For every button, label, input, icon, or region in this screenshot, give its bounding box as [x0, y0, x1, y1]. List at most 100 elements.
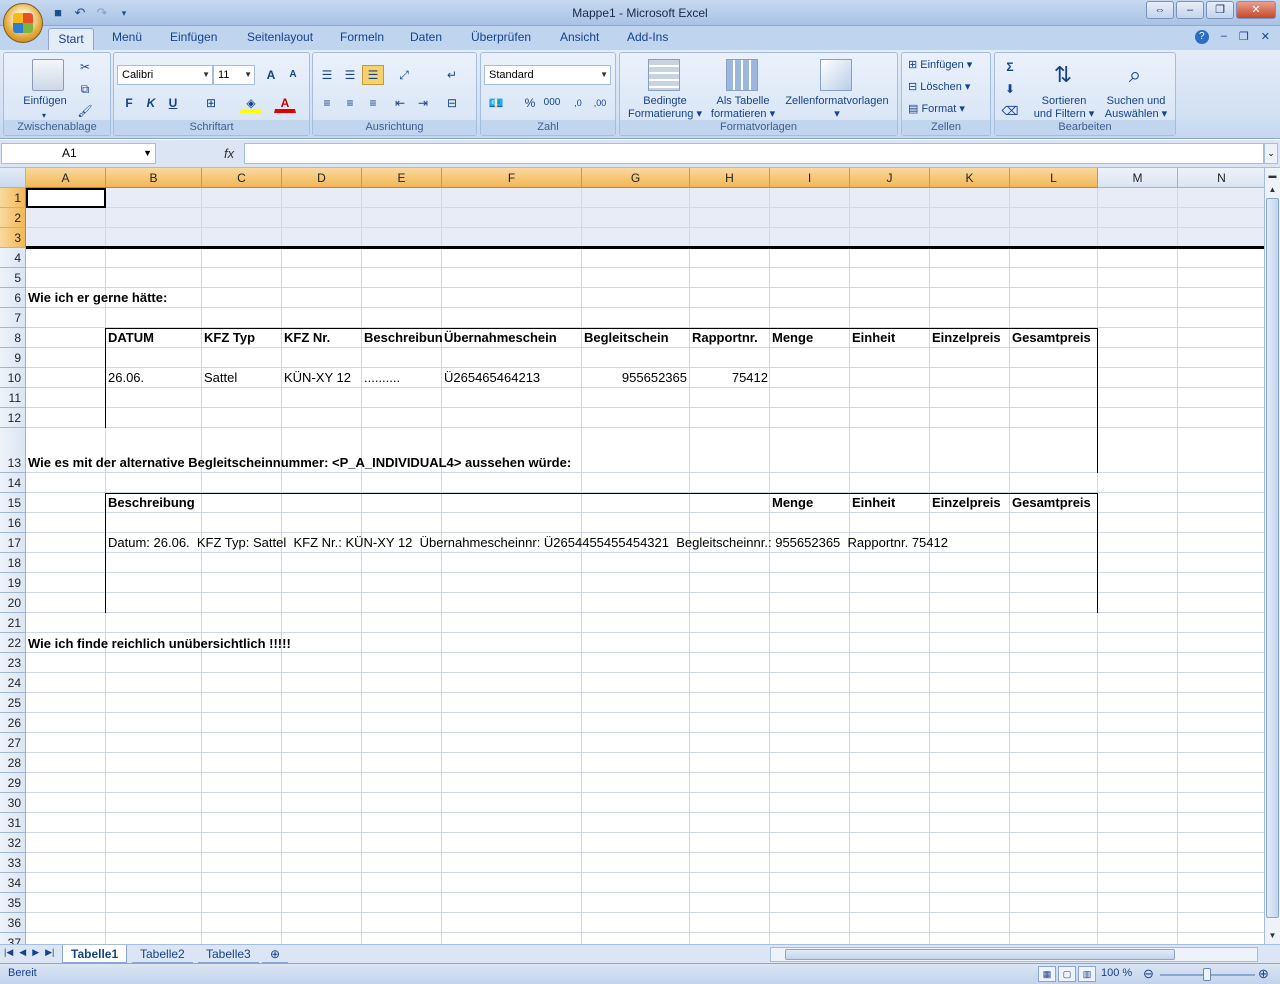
- align-top-icon[interactable]: ☰: [316, 65, 338, 85]
- tab-view[interactable]: Ansicht: [560, 30, 599, 44]
- insert-cells-button[interactable]: ⊞ Einfügen ▾: [908, 59, 972, 72]
- row-header-11[interactable]: 11: [0, 388, 26, 408]
- zoom-level[interactable]: 100 %: [1101, 967, 1132, 979]
- workbook-minimize-icon[interactable]: –: [1221, 30, 1227, 44]
- row-header-35[interactable]: 35: [0, 893, 26, 913]
- name-box[interactable]: A1 ▼: [1, 143, 156, 164]
- column-header-j[interactable]: J: [850, 168, 930, 188]
- fill-color-icon[interactable]: ◈: [240, 93, 262, 113]
- maximize-button[interactable]: ❐: [1206, 1, 1234, 19]
- align-right-icon[interactable]: ≡: [362, 93, 384, 113]
- row-header-4[interactable]: 4: [0, 248, 26, 268]
- increase-indent-icon[interactable]: ⇥: [412, 93, 434, 113]
- close-button[interactable]: ✕: [1236, 1, 1276, 19]
- split-handle-icon[interactable]: ▬: [1265, 168, 1280, 183]
- sheet-tab-tabelle2[interactable]: Tabelle2: [132, 945, 193, 963]
- row-header-10[interactable]: 10: [0, 368, 26, 388]
- tab-formulas[interactable]: Formeln: [340, 30, 384, 44]
- column-header-c[interactable]: C: [202, 168, 282, 188]
- tab-page-layout[interactable]: Seitenlayout: [247, 30, 313, 44]
- row-header-29[interactable]: 29: [0, 773, 26, 793]
- row-header-19[interactable]: 19: [0, 573, 26, 593]
- horizontal-scroll-thumb[interactable]: [785, 949, 1175, 960]
- vertical-scrollbar[interactable]: ▬ ▲ ▼: [1264, 168, 1280, 944]
- column-header-m[interactable]: M: [1098, 168, 1178, 188]
- row-header-22[interactable]: 22: [0, 633, 26, 653]
- row-header-32[interactable]: 32: [0, 833, 26, 853]
- row-header-27[interactable]: 27: [0, 733, 26, 753]
- increase-decimal-icon[interactable]: ,0: [567, 93, 589, 113]
- row-header-14[interactable]: 14: [0, 473, 26, 493]
- worksheet-grid[interactable]: Wie ich er gerne hätte: DATUM KFZ Typ KF…: [26, 188, 1266, 944]
- row-header-36[interactable]: 36: [0, 913, 26, 933]
- first-sheet-icon[interactable]: |◀: [4, 947, 13, 958]
- row-header-2[interactable]: 2: [0, 208, 26, 228]
- zoom-slider-knob[interactable]: [1203, 968, 1211, 981]
- row-header-25[interactable]: 25: [0, 693, 26, 713]
- tab-data[interactable]: Daten: [410, 30, 442, 44]
- percent-button[interactable]: %: [519, 93, 541, 113]
- sheet-tab-tabelle1[interactable]: Tabelle1: [62, 945, 128, 963]
- row-header-26[interactable]: 26: [0, 713, 26, 733]
- row-header-16[interactable]: 16: [0, 513, 26, 533]
- shrink-font-icon[interactable]: A: [282, 65, 304, 85]
- formula-input[interactable]: [244, 143, 1264, 164]
- format-painter-icon[interactable]: 🖌: [74, 101, 96, 121]
- column-header-b[interactable]: B: [106, 168, 202, 188]
- select-all-corner[interactable]: [0, 168, 26, 188]
- align-left-icon[interactable]: ≡: [316, 93, 338, 113]
- column-header-k[interactable]: K: [930, 168, 1010, 188]
- merge-center-icon[interactable]: ⊟: [441, 93, 463, 113]
- row-header-23[interactable]: 23: [0, 653, 26, 673]
- bold-button[interactable]: F: [118, 93, 140, 113]
- row-header-8[interactable]: 8: [0, 328, 26, 348]
- row-header-34[interactable]: 34: [0, 873, 26, 893]
- decrease-indent-icon[interactable]: ⇤: [389, 93, 411, 113]
- sheet-tab-tabelle3[interactable]: Tabelle3: [198, 945, 259, 963]
- vertical-scroll-thumb[interactable]: [1266, 198, 1279, 918]
- delete-cells-button[interactable]: ⊟ Löschen ▾: [908, 81, 970, 94]
- last-sheet-icon[interactable]: ▶|: [45, 947, 54, 958]
- row-header-20[interactable]: 20: [0, 593, 26, 613]
- zoom-in-icon[interactable]: ⊕: [1258, 966, 1269, 982]
- fill-icon[interactable]: ⬇: [999, 79, 1021, 99]
- tab-insert[interactable]: Einfügen: [170, 30, 217, 44]
- tab-start[interactable]: Start: [48, 28, 94, 51]
- page-layout-view-icon[interactable]: ▢: [1058, 966, 1076, 982]
- column-header-l[interactable]: L: [1010, 168, 1098, 188]
- row-header-5[interactable]: 5: [0, 268, 26, 288]
- find-select-button[interactable]: Suchen und Auswählen ▾: [1099, 95, 1173, 121]
- row-header-15[interactable]: 15: [0, 493, 26, 513]
- format-cells-button[interactable]: ▤ Format ▾: [908, 103, 965, 116]
- font-name-select[interactable]: Calibri ▼: [117, 65, 213, 85]
- cut-icon[interactable]: ✂: [74, 57, 96, 77]
- italic-button[interactable]: K: [140, 93, 162, 113]
- workbook-restore-icon[interactable]: ❐: [1239, 30, 1249, 44]
- paste-icon[interactable]: [32, 59, 64, 91]
- align-center-icon[interactable]: ≡: [339, 93, 361, 113]
- number-format-select[interactable]: Standard ▼: [484, 65, 611, 85]
- insert-function-button[interactable]: fx: [160, 143, 242, 164]
- row-header-37[interactable]: 37: [0, 933, 26, 944]
- scroll-up-icon[interactable]: ▲: [1265, 182, 1280, 197]
- row-header-7[interactable]: 7: [0, 308, 26, 328]
- column-header-a[interactable]: A: [26, 168, 106, 188]
- wrap-text-icon[interactable]: ↵: [441, 65, 463, 85]
- align-bottom-icon[interactable]: ☰: [362, 65, 384, 85]
- cell-styles-button[interactable]: Zellenformatvorlagen ▾: [780, 95, 894, 121]
- grow-font-icon[interactable]: A: [260, 65, 282, 85]
- scroll-down-icon[interactable]: ▼: [1265, 928, 1280, 943]
- tab-review[interactable]: Überprüfen: [471, 30, 531, 44]
- underline-button[interactable]: U: [162, 93, 184, 113]
- row-header-18[interactable]: 18: [0, 553, 26, 573]
- help-icon[interactable]: ?: [1194, 30, 1209, 44]
- row-header-1[interactable]: 1: [0, 188, 26, 208]
- row-header-33[interactable]: 33: [0, 853, 26, 873]
- column-header-i[interactable]: I: [770, 168, 850, 188]
- format-as-table-button[interactable]: Als Tabelle formatieren ▾: [708, 95, 778, 121]
- tab-add-ins[interactable]: Add-Ins: [627, 30, 668, 44]
- row-header-24[interactable]: 24: [0, 673, 26, 693]
- office-button[interactable]: [3, 3, 43, 43]
- align-middle-icon[interactable]: ☰: [339, 65, 361, 85]
- column-header-e[interactable]: E: [362, 168, 442, 188]
